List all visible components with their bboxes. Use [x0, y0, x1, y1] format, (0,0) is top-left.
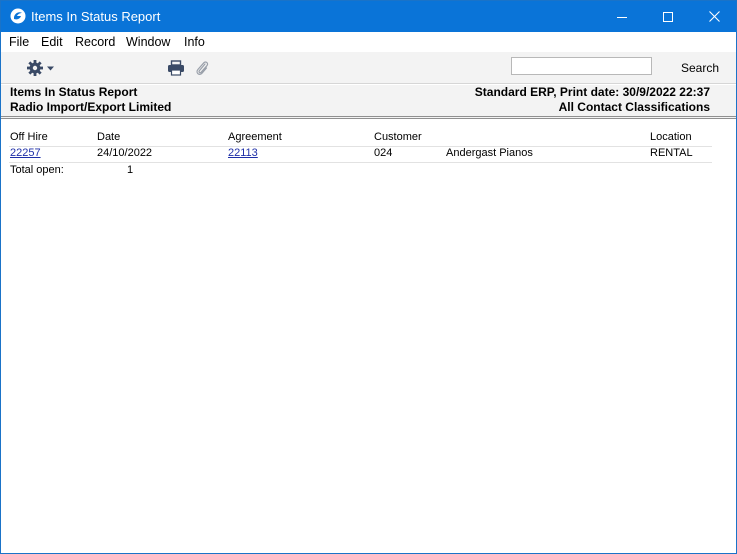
- settings-menu-button[interactable]: [25, 58, 57, 78]
- company-name: Radio Import/Export Limited: [10, 100, 172, 114]
- close-button[interactable]: [691, 1, 736, 32]
- total-label: Total open:: [10, 164, 64, 176]
- minimize-icon: [617, 16, 627, 18]
- menu-record[interactable]: Record: [75, 35, 115, 49]
- column-header-location: Location: [650, 131, 692, 143]
- table-row: 22257 24/10/2022 22113 024 Andergast Pia…: [1, 147, 736, 163]
- search-input[interactable]: [511, 57, 652, 75]
- close-icon: [708, 11, 720, 22]
- paperclip-icon: [196, 61, 209, 75]
- report-header: Items In Status Report Radio Import/Expo…: [1, 85, 736, 119]
- column-header-agreement: Agreement: [228, 131, 282, 143]
- date-cell: 24/10/2022: [97, 147, 153, 159]
- window-title: Items In Status Report: [31, 9, 161, 24]
- print-button[interactable]: [167, 60, 185, 76]
- minimize-button[interactable]: [599, 1, 645, 32]
- off-hire-link[interactable]: 22257: [10, 147, 41, 159]
- location-cell: RENTAL: [650, 147, 693, 159]
- menu-edit[interactable]: Edit: [41, 35, 63, 49]
- column-header-row: Off Hire Date Agreement Customer Locatio…: [1, 131, 736, 147]
- hansa-app-icon: [10, 8, 26, 24]
- menu-info[interactable]: Info: [184, 35, 205, 49]
- contact-classification: All Contact Classifications: [558, 100, 710, 114]
- report-window: Items In Status Report File Edit Record …: [0, 0, 737, 554]
- column-header-customer: Customer: [374, 131, 422, 143]
- menu-window[interactable]: Window: [126, 35, 170, 49]
- customer-code-cell: 024: [374, 147, 393, 159]
- title-bar[interactable]: Items In Status Report: [1, 1, 736, 32]
- customer-name-cell: Andergast Pianos: [446, 147, 533, 159]
- menu-file[interactable]: File: [9, 35, 29, 49]
- print-icon: [168, 60, 184, 76]
- row-divider: [9, 162, 712, 163]
- maximize-icon: [663, 11, 673, 22]
- search-button[interactable]: Search: [681, 61, 719, 75]
- total-value: 1: [127, 164, 134, 176]
- total-row: Total open: 1: [1, 164, 736, 180]
- gear-icon: [27, 60, 54, 76]
- maximize-button[interactable]: [645, 1, 691, 32]
- print-info: Standard ERP, Print date: 30/9/2022 22:3…: [474, 85, 710, 99]
- column-header-off-hire: Off Hire: [10, 131, 48, 143]
- toolbar: Search: [1, 52, 736, 84]
- agreement-link[interactable]: 22113: [228, 147, 258, 159]
- attach-button[interactable]: [194, 59, 210, 77]
- column-header-date: Date: [97, 131, 121, 143]
- menu-bar: File Edit Record Window Info: [1, 32, 736, 52]
- report-title: Items In Status Report: [10, 85, 138, 99]
